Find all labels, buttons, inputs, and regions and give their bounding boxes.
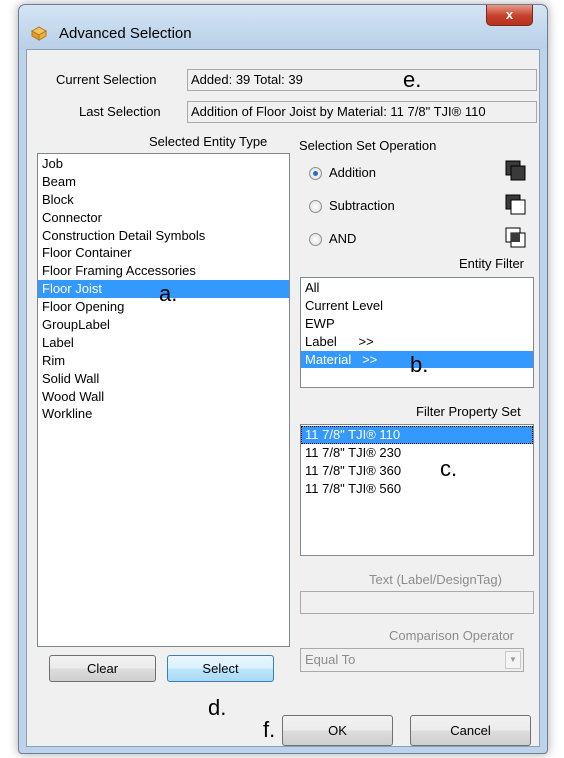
last-selection-field: Addition of Floor Joist by Material: 11 … (187, 101, 537, 123)
comparison-operator-value: Equal To (305, 652, 356, 667)
list-item[interactable]: Job (38, 155, 289, 173)
entity-type-list[interactable]: Job Beam Block Connector Construction De… (37, 153, 290, 647)
radio-and-label: AND (329, 231, 357, 246)
ok-button[interactable]: OK (282, 715, 393, 746)
list-item[interactable]: Wood Wall (38, 388, 289, 406)
radio-addition-label: Addition (329, 165, 376, 180)
select-button[interactable]: Select (167, 655, 274, 682)
list-item[interactable]: Beam (38, 173, 289, 191)
close-icon: x (505, 7, 514, 22)
list-item[interactable]: Construction Detail Symbols (38, 227, 289, 245)
list-item[interactable]: Floor Framing Accessories (38, 262, 289, 280)
annotation-a: a. (159, 281, 178, 306)
radio-addition-button[interactable] (309, 167, 322, 180)
app-icon (30, 26, 48, 41)
list-item[interactable]: Floor Container (38, 244, 289, 262)
chevron-down-icon[interactable]: ▼ (505, 651, 521, 669)
list-item[interactable]: GroupLabel (38, 316, 289, 334)
list-item[interactable]: Label >> (301, 333, 533, 351)
close-button[interactable]: x (486, 5, 533, 26)
list-item[interactable]: Solid Wall (38, 370, 289, 388)
list-item[interactable]: Rim (38, 352, 289, 370)
annotation-d: d. (208, 695, 227, 720)
filter-property-set-label: Filter Property Set (416, 404, 521, 419)
comparison-operator-select[interactable]: Equal To ▼ (300, 648, 524, 672)
radio-subtraction-label: Subtraction (329, 198, 395, 213)
list-item[interactable]: Current Level (301, 297, 533, 315)
list-item[interactable]: 11 7/8" TJI® 360 (301, 462, 533, 480)
window-title: Advanced Selection (59, 25, 192, 42)
subtraction-icon (505, 194, 526, 215)
cancel-button[interactable]: Cancel (410, 715, 531, 746)
operation-label: Selection Set Operation (299, 138, 437, 153)
annotation-c: c. (440, 456, 458, 481)
and-icon (505, 227, 526, 248)
current-selection-label: Current Selection (56, 72, 157, 87)
annotation-e: e. (403, 67, 422, 92)
list-item[interactable]: Label (38, 334, 289, 352)
list-item[interactable]: Block (38, 191, 289, 209)
dialog-body: Current Selection Added: 39 Total: 39 La… (26, 49, 540, 747)
addition-icon (505, 160, 526, 181)
comparison-operator-label: Comparison Operator (389, 628, 514, 643)
last-selection-label: Last Selection (79, 104, 161, 119)
annotation-f: f. (263, 717, 276, 742)
annotation-b: b. (410, 352, 429, 377)
radio-and-button[interactable] (309, 233, 322, 246)
clear-button[interactable]: Clear (49, 655, 156, 682)
entity-filter-label: Entity Filter (459, 256, 525, 271)
list-item[interactable]: EWP (301, 315, 533, 333)
radio-subtraction-button[interactable] (309, 200, 322, 213)
text-filter-input[interactable] (300, 591, 534, 614)
advanced-selection-dialog: Advanced Selection x Current Selection A… (18, 4, 548, 754)
list-item-selected[interactable]: 11 7/8" TJI® 110 (301, 426, 533, 444)
list-item[interactable]: 11 7/8" TJI® 560 (301, 480, 533, 498)
current-selection-field: Added: 39 Total: 39 (187, 69, 537, 91)
list-item[interactable]: 11 7/8" TJI® 230 (301, 444, 533, 462)
title-bar[interactable]: Advanced Selection x (19, 5, 547, 49)
filter-property-set-list[interactable]: 11 7/8" TJI® 110 11 7/8" TJI® 230 11 7/8… (300, 424, 534, 556)
list-item[interactable]: Connector (38, 209, 289, 227)
entity-type-label: Selected Entity Type (149, 134, 268, 149)
list-item[interactable]: Workline (38, 405, 289, 423)
text-filter-label: Text (Label/DesignTag) (369, 572, 502, 587)
list-item[interactable]: All (301, 279, 533, 297)
